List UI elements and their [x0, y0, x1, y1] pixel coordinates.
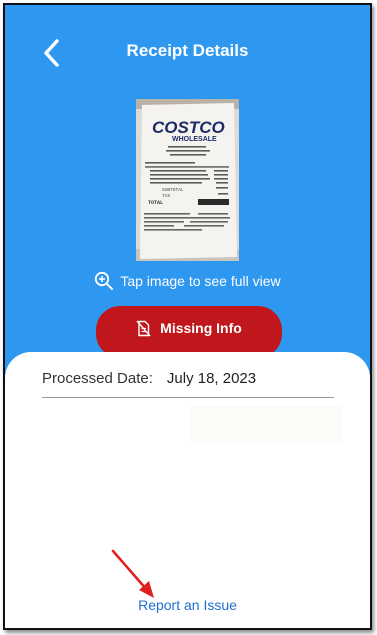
app-screen: Receipt Details COSTCO WHOLESALE SUBTOTA…	[3, 3, 372, 630]
zoom-in-icon	[95, 271, 114, 290]
receipt-subtotal-label: SUBTOTAL	[162, 187, 184, 193]
receipt-store-sub: WHOLESALE	[172, 136, 217, 143]
processed-date-label: Processed Date:	[42, 370, 153, 387]
top-bar: Receipt Details	[5, 5, 370, 97]
empty-field	[191, 406, 343, 443]
tap-hint-text: Tap image to see full view	[120, 273, 281, 289]
missing-file-icon	[136, 320, 151, 337]
details-card: Processed Date: July 18, 2023 Report an …	[5, 352, 370, 628]
missing-info-button[interactable]: Missing Info	[96, 306, 282, 358]
processed-date-value: July 18, 2023	[166, 370, 257, 387]
annotation-arrow	[111, 549, 154, 598]
receipt-photo: COSTCO WHOLESALE SUBTOTAL TAX TOTAL	[136, 99, 239, 261]
receipt-tax-label: TAX	[162, 193, 170, 199]
processed-date-row: Processed Date: July 18, 2023	[42, 370, 334, 398]
receipt-total-label: TOTAL	[148, 200, 163, 206]
tap-to-view-hint[interactable]: Tap image to see full view	[5, 271, 370, 291]
missing-info-label: Missing Info	[160, 320, 242, 336]
receipt-image[interactable]: COSTCO WHOLESALE SUBTOTAL TAX TOTAL	[136, 99, 239, 261]
report-issue-link[interactable]: Report an Issue	[5, 597, 370, 613]
page-title: Receipt Details	[126, 41, 249, 60]
receipt-store-name: COSTCO	[152, 118, 225, 137]
